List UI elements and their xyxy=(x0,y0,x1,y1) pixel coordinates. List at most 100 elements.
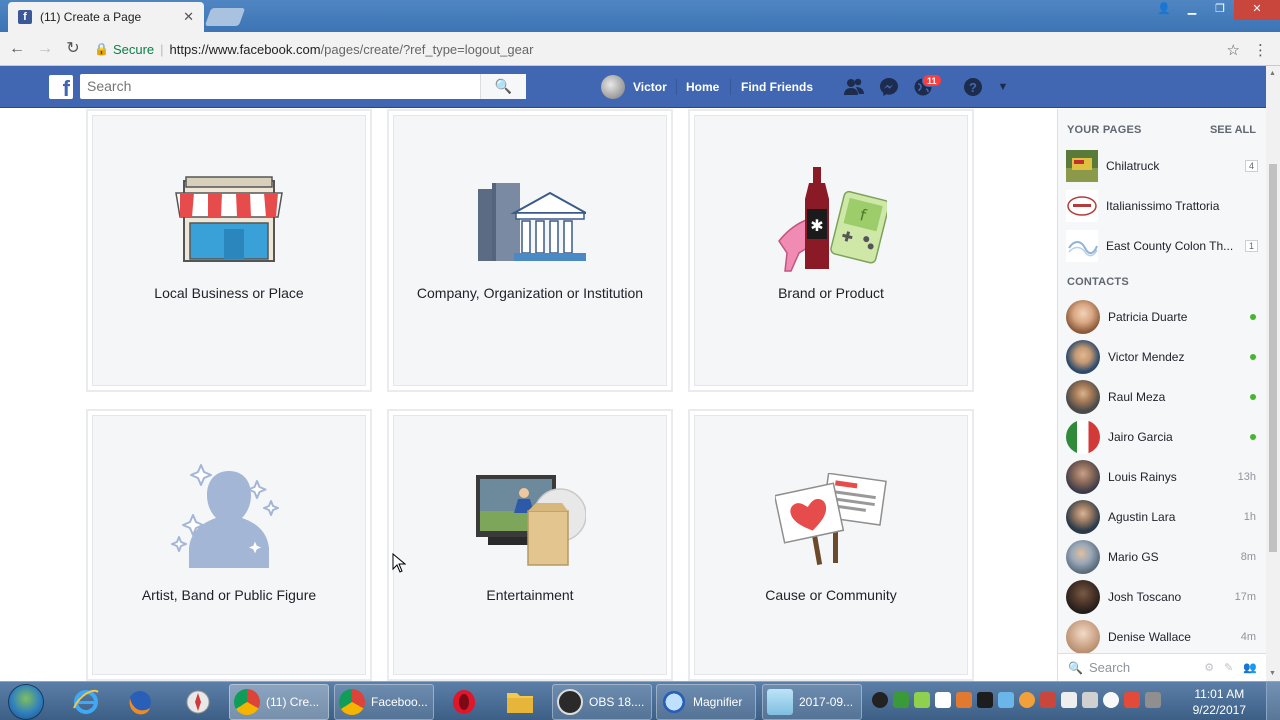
chat-search-bar[interactable]: 🔍 Search ⚙ ✎ 👥 xyxy=(1058,653,1266,681)
antivirus-tray-icon[interactable] xyxy=(1040,692,1056,708)
contact-item[interactable]: Patricia Duarte xyxy=(1066,300,1256,334)
account-menu-caret-icon[interactable]: ▼ xyxy=(992,76,1014,98)
see-all-link[interactable]: SEE ALL xyxy=(1210,124,1256,136)
nav-divider xyxy=(676,79,677,95)
sidebar-page-item[interactable]: Chilatruck 4 xyxy=(1066,149,1258,183)
network-tray-icon[interactable] xyxy=(914,692,930,708)
speaker-tray-icon[interactable] xyxy=(956,692,972,708)
opera-icon[interactable] xyxy=(440,686,488,718)
last-active-time: 1h xyxy=(1243,511,1256,523)
notification-badge: 11 xyxy=(922,74,942,87)
contact-item[interactable]: Jairo Garcia xyxy=(1066,420,1256,454)
contact-item[interactable]: Louis Rainys 13h xyxy=(1066,460,1256,494)
contact-name: Patricia Duarte xyxy=(1108,310,1188,324)
secure-label: Secure xyxy=(112,41,155,57)
close-window-button[interactable]: ✕ xyxy=(1234,0,1280,20)
right-sidebar: YOUR PAGES SEE ALL Chilatruck 4 Italiani… xyxy=(1057,109,1266,681)
scroll-down-icon[interactable]: ▼ xyxy=(1269,670,1276,677)
page-name: Italianissimo Trattoria xyxy=(1106,199,1220,213)
flag-tray-icon[interactable] xyxy=(935,692,951,708)
compass-app-icon[interactable] xyxy=(174,686,222,718)
taskbar-app-notepad[interactable]: 2017-09... xyxy=(762,684,862,720)
taskbar-app-obs[interactable]: OBS 18.... xyxy=(552,684,652,720)
system-clock[interactable]: 11:01 AM 9/22/2017 xyxy=(1193,686,1246,718)
address-bar[interactable]: 🔒 Secure | https://www.facebook.com /pag… xyxy=(94,37,1248,61)
security-tray-icon[interactable] xyxy=(893,692,909,708)
forward-arrow-icon[interactable]: → xyxy=(34,39,56,59)
taskbar-app-chrome-facebook[interactable]: Faceboo... xyxy=(334,684,434,720)
avatar xyxy=(1066,340,1100,374)
friend-requests-icon[interactable] xyxy=(843,76,865,98)
usb-tray-icon[interactable] xyxy=(1061,692,1077,708)
minimize-button[interactable]: ▁ xyxy=(1178,0,1206,20)
category-card-cause[interactable]: Cause or Community xyxy=(688,409,974,681)
start-button[interactable] xyxy=(8,684,44,720)
find-friends-link[interactable]: Find Friends xyxy=(741,80,813,94)
your-pages-header: YOUR PAGES xyxy=(1067,124,1142,136)
page-count-badge: 1 xyxy=(1244,240,1258,252)
clock-date: 9/22/2017 xyxy=(1192,703,1246,717)
chat-search-input[interactable]: Search xyxy=(1089,660,1204,675)
bluetooth-tray-icon[interactable] xyxy=(998,692,1014,708)
monitor-tray-icon[interactable] xyxy=(1082,692,1098,708)
protest-signs-icon xyxy=(775,473,887,565)
contact-item[interactable]: Victor Mendez xyxy=(1066,340,1256,374)
browser-menu-icon[interactable]: ⋮ xyxy=(1253,41,1268,59)
mouse-tray-icon[interactable] xyxy=(1103,692,1119,708)
reload-icon[interactable]: ↻ xyxy=(62,39,84,59)
search-icon[interactable]: 🔍 xyxy=(480,74,526,99)
compose-icon[interactable]: ✎ xyxy=(1224,661,1233,674)
magnifier-icon xyxy=(661,689,687,715)
internet-explorer-icon[interactable] xyxy=(62,686,110,718)
tab-close-icon[interactable]: ✕ xyxy=(183,9,194,25)
contact-name: Agustin Lara xyxy=(1108,510,1176,524)
scroll-up-icon[interactable]: ▲ xyxy=(1269,70,1276,77)
sidebar-page-item[interactable]: East County Colon Th... 1 xyxy=(1066,229,1258,263)
contact-item[interactable]: Denise Wallace 4m xyxy=(1066,620,1256,654)
help-icon[interactable]: ? xyxy=(962,76,984,98)
mouse-cursor-icon xyxy=(392,553,406,573)
gear-icon[interactable]: ⚙ xyxy=(1204,661,1214,674)
taskbar-app-chrome-create-page[interactable]: (11) Cre... xyxy=(229,684,329,720)
maximize-button[interactable]: ❐ xyxy=(1206,0,1234,20)
category-card-company[interactable]: Company, Organization or Institution xyxy=(387,109,673,392)
update-tray-icon[interactable] xyxy=(1019,692,1035,708)
contact-item[interactable]: Agustin Lara 1h xyxy=(1066,500,1256,534)
show-desktop-button[interactable] xyxy=(1266,682,1280,720)
online-status-icon xyxy=(1250,434,1256,440)
category-card-brand[interactable]: ✱ f Brand or Product xyxy=(688,109,974,392)
window-controls: 👤 ▁ ❐ ✕ xyxy=(1150,0,1280,20)
profile-link[interactable]: Victor xyxy=(601,75,667,99)
last-active-time: 13h xyxy=(1237,471,1256,483)
new-group-icon[interactable]: 👥 xyxy=(1243,661,1257,674)
products-icon: ✱ f xyxy=(778,167,887,272)
category-card-artist[interactable]: Artist, Band or Public Figure xyxy=(86,409,372,681)
new-tab-button[interactable] xyxy=(204,8,246,26)
back-arrow-icon[interactable]: ← xyxy=(6,39,28,59)
taskbar-app-label: (11) Cre... xyxy=(266,695,320,709)
firefox-icon[interactable] xyxy=(116,686,164,718)
contact-item[interactable]: Raul Meza xyxy=(1066,380,1256,414)
power-tray-icon[interactable] xyxy=(1145,692,1161,708)
bookmark-star-icon[interactable]: ☆ xyxy=(1227,41,1240,59)
browser-tab-active[interactable]: f (11) Create a Page ✕ xyxy=(8,2,204,32)
facebook-logo-icon[interactable]: f xyxy=(49,75,73,99)
nav-divider xyxy=(730,79,731,95)
taskbar-app-magnifier[interactable]: Magnifier xyxy=(656,684,756,720)
obs-tray-icon[interactable] xyxy=(872,692,888,708)
category-card-local-business[interactable]: Local Business or Place xyxy=(86,109,372,392)
category-card-entertainment[interactable]: Entertainment xyxy=(387,409,673,681)
file-explorer-icon[interactable] xyxy=(496,686,544,718)
user-profile-icon[interactable]: 👤 xyxy=(1150,0,1178,20)
display-tray-icon[interactable] xyxy=(977,692,993,708)
sidebar-page-item[interactable]: Italianissimo Trattoria xyxy=(1066,189,1258,223)
home-link[interactable]: Home xyxy=(686,80,719,94)
page-scrollbar[interactable]: ▲ ▼ xyxy=(1266,66,1280,681)
contact-item[interactable]: Mario GS 8m xyxy=(1066,540,1256,574)
volume-tray-icon[interactable] xyxy=(1124,692,1140,708)
scrollbar-thumb[interactable] xyxy=(1269,164,1277,552)
messenger-icon[interactable] xyxy=(878,76,900,98)
facebook-search-input[interactable] xyxy=(80,74,526,99)
last-active-time: 8m xyxy=(1240,551,1256,563)
contact-item[interactable]: Josh Toscano 17m xyxy=(1066,580,1256,614)
